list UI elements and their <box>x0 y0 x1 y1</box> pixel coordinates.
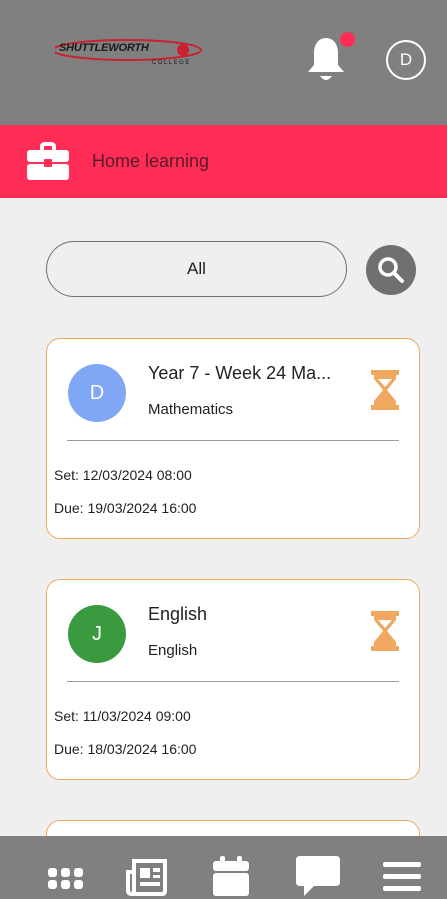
assignment-title: Year 7 - Week 24 Ma... <box>148 363 332 383</box>
chat-bubble-icon[interactable] <box>296 856 340 898</box>
assignment-set-date: Set: 12/03/2024 08:00 <box>54 467 192 483</box>
user-avatar[interactable]: D <box>386 40 426 80</box>
assignment-subject: Mathematics <box>148 401 234 418</box>
filter-value: All <box>187 259 206 278</box>
assignment-set-date: Set: 11/03/2024 09:00 <box>54 708 191 724</box>
newspaper-icon[interactable] <box>126 858 168 896</box>
assignment-subject: English <box>148 642 198 659</box>
hourglass-icon <box>371 370 399 410</box>
assignment-title: English <box>148 604 208 624</box>
card-divider <box>67 440 399 441</box>
page-title: Home learning <box>92 151 210 171</box>
briefcase-icon <box>27 142 69 180</box>
assignment-avatar: D <box>68 364 126 422</box>
college-logo: SHUTTLEWORTH COLLEGE <box>55 37 210 79</box>
hourglass-icon <box>371 611 399 651</box>
assignment-avatar: J <box>68 605 126 663</box>
calendar-icon[interactable] <box>213 856 249 896</box>
notification-badge <box>340 32 355 47</box>
assignment-due-date: Due: 18/03/2024 16:00 <box>54 741 197 757</box>
card-divider <box>67 681 399 682</box>
search-icon <box>378 257 404 283</box>
search-button[interactable] <box>366 245 416 295</box>
assignment-due-date: Due: 19/03/2024 16:00 <box>54 500 197 516</box>
assignment-card[interactable]: J English English Set: 11/03/2024 09:00 … <box>46 579 420 780</box>
logo-subtext: COLLEGE <box>152 60 191 66</box>
assignment-card[interactable]: D Year 7 - Week 24 Ma... Mathematics Set… <box>46 338 420 539</box>
hamburger-menu-icon[interactable] <box>383 862 421 892</box>
apps-grid-icon[interactable] <box>48 868 84 890</box>
filter-selector[interactable]: All <box>46 241 347 297</box>
logo-text: SHUTTLEWORTH <box>59 42 149 54</box>
